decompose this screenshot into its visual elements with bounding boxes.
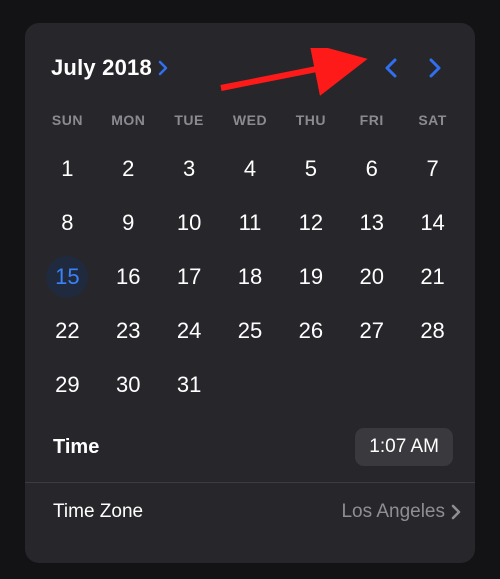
date-time-picker-panel: July 2018 SUN MON TUE WED THU FRI SAT 12…: [25, 23, 475, 563]
calendar-day[interactable]: 28: [402, 304, 463, 358]
weekday-label: MON: [98, 112, 159, 128]
calendar-day[interactable]: 3: [159, 142, 220, 196]
calendar-day[interactable]: 8: [37, 196, 98, 250]
calendar-day[interactable]: 6: [341, 142, 402, 196]
calendar-day-grid: 1234567891011121314151617181920212223242…: [25, 138, 475, 412]
calendar-day[interactable]: 7: [402, 142, 463, 196]
calendar-day[interactable]: 9: [98, 196, 159, 250]
time-zone-row[interactable]: Time Zone Los Angeles: [25, 483, 475, 541]
calendar-day[interactable]: 12: [280, 196, 341, 250]
month-year-label[interactable]: July 2018: [51, 55, 152, 81]
calendar-day[interactable]: 4: [220, 142, 281, 196]
calendar-day[interactable]: 19: [280, 250, 341, 304]
weekday-label: SUN: [37, 112, 98, 128]
calendar-day[interactable]: 26: [280, 304, 341, 358]
calendar-day[interactable]: 15: [37, 250, 98, 304]
calendar-day[interactable]: 13: [341, 196, 402, 250]
calendar-day[interactable]: 5: [280, 142, 341, 196]
weekday-header-row: SUN MON TUE WED THU FRI SAT: [25, 112, 475, 128]
weekday-label: WED: [220, 112, 281, 128]
calendar-day[interactable]: 14: [402, 196, 463, 250]
weekday-label: THU: [280, 112, 341, 128]
time-zone-label: Time Zone: [53, 501, 143, 523]
time-label: Time: [53, 436, 99, 459]
calendar-day[interactable]: 23: [98, 304, 159, 358]
calendar-day[interactable]: 18: [220, 250, 281, 304]
time-zone-value: Los Angeles: [341, 501, 461, 523]
time-zone-value-text: Los Angeles: [341, 501, 445, 523]
calendar-day[interactable]: 22: [37, 304, 98, 358]
month-header: July 2018: [25, 23, 475, 98]
calendar-day[interactable]: 29: [37, 358, 98, 412]
next-month-button[interactable]: [413, 46, 457, 90]
calendar-day[interactable]: 31: [159, 358, 220, 412]
calendar-day[interactable]: 1: [37, 142, 98, 196]
chevron-left-icon: [384, 57, 398, 79]
calendar-day[interactable]: 2: [98, 142, 159, 196]
calendar-day[interactable]: 11: [220, 196, 281, 250]
calendar-day[interactable]: 27: [341, 304, 402, 358]
calendar-day[interactable]: 17: [159, 250, 220, 304]
calendar-day[interactable]: 21: [402, 250, 463, 304]
prev-month-button[interactable]: [369, 46, 413, 90]
time-row: Time 1:07 AM: [25, 422, 475, 472]
calendar-day[interactable]: 24: [159, 304, 220, 358]
weekday-label: SAT: [402, 112, 463, 128]
weekday-label: FRI: [341, 112, 402, 128]
month-expand-chevron-icon[interactable]: [158, 60, 168, 76]
calendar-day[interactable]: 16: [98, 250, 159, 304]
calendar-day[interactable]: 10: [159, 196, 220, 250]
time-value-pill[interactable]: 1:07 AM: [355, 428, 453, 466]
calendar-day[interactable]: 30: [98, 358, 159, 412]
calendar-day[interactable]: 20: [341, 250, 402, 304]
chevron-right-icon: [451, 504, 461, 520]
weekday-label: TUE: [159, 112, 220, 128]
chevron-right-icon: [428, 57, 442, 79]
calendar-day[interactable]: 25: [220, 304, 281, 358]
